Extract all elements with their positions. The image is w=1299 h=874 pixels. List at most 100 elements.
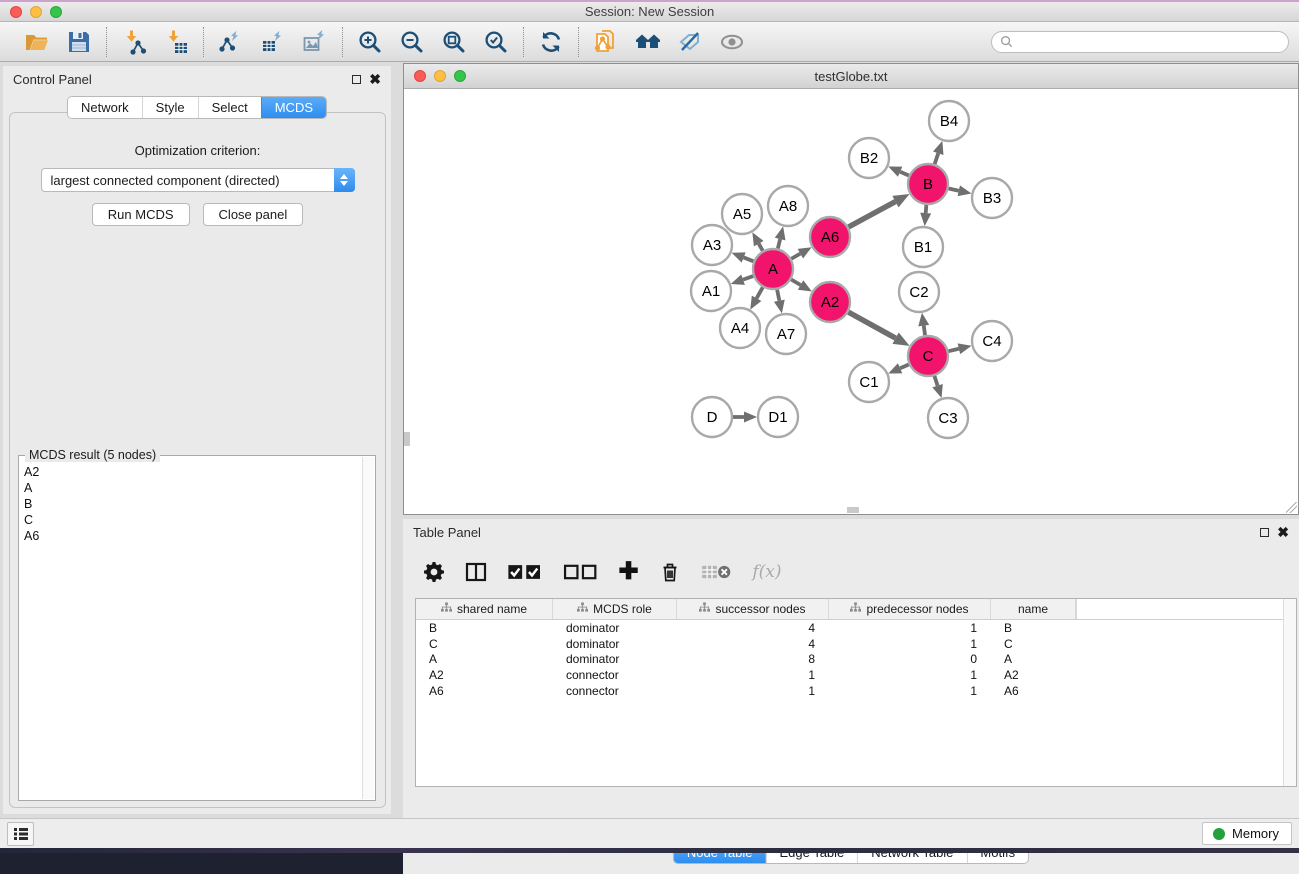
table-scrollbar[interactable] [1283, 599, 1296, 786]
network-close-icon[interactable] [414, 70, 426, 82]
application-window: Session: New Session Control Panel ✖ Net… [0, 0, 1299, 853]
import-network-icon[interactable] [120, 28, 148, 56]
result-item[interactable]: B [20, 496, 362, 512]
add-icon[interactable]: ✚ [619, 559, 639, 585]
mcds-result-list[interactable]: A2ABCA6 [20, 464, 362, 799]
network-window-titlebar[interactable]: testGlobe.txt [404, 64, 1298, 89]
close-panel-icon[interactable]: ✖ [369, 75, 381, 84]
network-graph[interactable]: A A1 A2 A3 A4 A5 A6 A7 A8 B B1 B2 B3B4 C C1 C2 C3C4 D D1 [404, 89, 1298, 514]
delete-icon[interactable] [659, 559, 681, 585]
close-panel-button[interactable]: Close panel [203, 203, 304, 226]
close-window-icon[interactable] [10, 6, 22, 18]
graph-node-A7[interactable]: A7 [766, 314, 806, 354]
network-from-selection-icon[interactable] [592, 28, 620, 56]
cell-shared-name: A6 [416, 684, 553, 698]
resize-grip-icon[interactable] [1286, 502, 1297, 513]
select-all-icon[interactable] [507, 559, 543, 585]
home-icon[interactable] [634, 28, 662, 56]
table-row[interactable]: Adominator80A [416, 652, 1296, 668]
minimize-window-icon[interactable] [30, 6, 42, 18]
result-item[interactable]: A [20, 480, 362, 496]
tab-network[interactable]: Network [68, 97, 142, 118]
open-folder-icon[interactable] [23, 28, 51, 56]
zoom-in-icon[interactable] [356, 28, 384, 56]
tab-mcds[interactable]: MCDS [261, 97, 326, 118]
network-minimize-icon[interactable] [434, 70, 446, 82]
table-row[interactable]: A2connector11A2 [416, 667, 1296, 683]
column-header-shared-name[interactable]: shared name [416, 599, 553, 619]
zoom-out-icon[interactable] [398, 28, 426, 56]
result-item[interactable]: A2 [20, 464, 362, 480]
float-panel-icon[interactable] [352, 75, 361, 84]
search-input[interactable] [1018, 35, 1280, 49]
zoom-fit-icon[interactable] [440, 28, 468, 56]
table-row[interactable]: A6connector11A6 [416, 683, 1296, 699]
table-float-panel-icon[interactable] [1260, 528, 1269, 537]
table-row[interactable]: Cdominator41C [416, 636, 1296, 652]
network-vscroll-thumb[interactable] [404, 432, 410, 446]
result-item[interactable]: A6 [20, 528, 362, 544]
table-close-panel-icon[interactable]: ✖ [1277, 528, 1289, 537]
graph-node-B1[interactable]: B1 [903, 227, 943, 267]
export-network-icon[interactable] [217, 28, 245, 56]
task-history-button[interactable] [7, 822, 34, 846]
save-icon[interactable] [65, 28, 93, 56]
network-hscroll-thumb[interactable] [847, 507, 859, 513]
eye-icon[interactable] [718, 28, 746, 56]
settings-gear-icon[interactable] [423, 559, 445, 585]
cell-MCDS-role: dominator [553, 652, 677, 666]
cell-successor-nodes: 8 [677, 652, 829, 666]
graph-node-B2[interactable]: B2 [849, 138, 889, 178]
tab-select[interactable]: Select [198, 97, 261, 118]
tab-style[interactable]: Style [142, 97, 198, 118]
column-header-successor-nodes[interactable]: successor nodes [677, 599, 829, 619]
run-mcds-button[interactable]: Run MCDS [92, 203, 190, 226]
graph-node-C2[interactable]: C2 [899, 272, 939, 312]
zoom-window-icon[interactable] [50, 6, 62, 18]
table-panel-title: Table Panel [413, 525, 481, 540]
result-scrollbar[interactable] [362, 457, 374, 799]
graph-node-C1[interactable]: C1 [849, 362, 889, 402]
graph-node-D1[interactable]: D1 [758, 397, 798, 437]
graph-node-A2[interactable]: A2 [810, 282, 850, 322]
network-canvas[interactable]: A A1 A2 A3 A4 A5 A6 A7 A8 B B1 B2 B3B4 C C1 C2 C3C4 D D1 [404, 89, 1298, 514]
graph-node-C[interactable]: C [908, 336, 948, 376]
deselect-all-icon[interactable] [563, 559, 599, 585]
network-zoom-icon[interactable] [454, 70, 466, 82]
table-row[interactable]: Bdominator41B [416, 620, 1296, 636]
graph-node-A[interactable]: A [753, 249, 793, 289]
graph-node-A3[interactable]: A3 [692, 225, 732, 265]
graph-node-A8[interactable]: A8 [768, 186, 808, 226]
search-box[interactable] [991, 31, 1289, 53]
memory-button[interactable]: Memory [1202, 822, 1292, 845]
graph-node-D[interactable]: D [692, 397, 732, 437]
svg-text:A5: A5 [733, 206, 751, 223]
graph-node-C3[interactable]: C3 [928, 398, 968, 438]
zoom-selected-icon[interactable] [482, 28, 510, 56]
graph-node-B4[interactable]: B4 [929, 101, 969, 141]
node-table[interactable]: shared nameMCDS rolesuccessor nodesprede… [415, 598, 1297, 787]
svg-text:C1: C1 [859, 374, 878, 391]
export-table-icon[interactable] [259, 28, 287, 56]
attribute-tree-icon [577, 602, 588, 616]
graph-node-B3[interactable]: B3 [972, 178, 1012, 218]
delete-table-icon [701, 559, 733, 585]
graph-node-A4[interactable]: A4 [720, 308, 760, 348]
column-header-predecessor-nodes[interactable]: predecessor nodes [829, 599, 991, 619]
column-header-name[interactable]: name [991, 599, 1076, 619]
hide-label-icon[interactable] [676, 28, 704, 56]
graph-node-A6[interactable]: A6 [810, 217, 850, 257]
cell-MCDS-role: dominator [553, 621, 677, 635]
column-icon[interactable] [465, 559, 487, 585]
graph-node-B[interactable]: B [908, 164, 948, 204]
result-item[interactable]: C [20, 512, 362, 528]
import-table-icon[interactable] [162, 28, 190, 56]
criterion-select[interactable]: largest connected component (directed) [41, 168, 355, 192]
table-header-row: shared nameMCDS rolesuccessor nodesprede… [416, 599, 1296, 620]
graph-node-A5[interactable]: A5 [722, 194, 762, 234]
column-header-MCDS-role[interactable]: MCDS role [553, 599, 677, 619]
refresh-icon[interactable] [537, 28, 565, 56]
export-image-icon[interactable] [301, 28, 329, 56]
graph-node-A1[interactable]: A1 [691, 271, 731, 311]
graph-node-C4[interactable]: C4 [972, 321, 1012, 361]
